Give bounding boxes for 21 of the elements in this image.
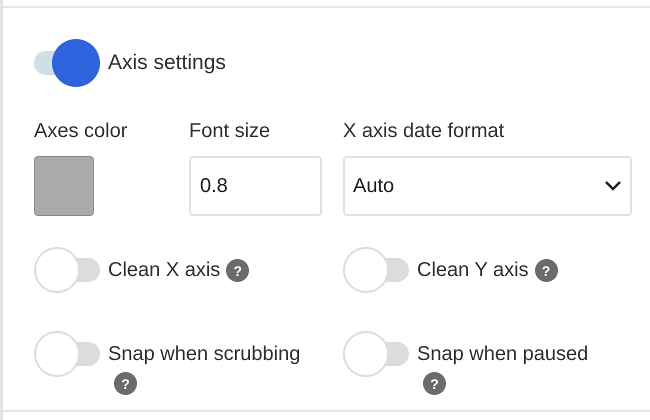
field-label: Axes color bbox=[34, 119, 128, 144]
help-icon[interactable]: ? bbox=[423, 372, 446, 396]
input-field[interactable]: 0.8 bbox=[189, 156, 322, 216]
field-label: X axis date format bbox=[343, 119, 506, 144]
help-icon[interactable]: ? bbox=[226, 259, 250, 282]
toggle-label: Snap when scrubbing bbox=[108, 343, 300, 365]
toggle-label: Snap when paused bbox=[417, 343, 588, 365]
help-icon[interactable]: ? bbox=[534, 259, 558, 282]
toggle-switch[interactable] bbox=[34, 246, 100, 294]
color-swatch[interactable] bbox=[34, 156, 94, 216]
field-label: Font size bbox=[189, 119, 272, 144]
toggle-label: Clean Y axis bbox=[417, 259, 529, 281]
toggle-switch[interactable] bbox=[343, 330, 409, 378]
section-label: Axis settings bbox=[108, 50, 226, 76]
toggle-switch[interactable] bbox=[34, 38, 100, 88]
dropdown[interactable]: Auto bbox=[343, 156, 632, 216]
chevron-down-icon bbox=[604, 180, 622, 192]
toggle-switch[interactable] bbox=[34, 330, 100, 378]
toggle-switch[interactable] bbox=[343, 246, 409, 294]
toggle-label: Clean X axis bbox=[108, 259, 220, 281]
help-icon[interactable]: ? bbox=[114, 372, 137, 396]
